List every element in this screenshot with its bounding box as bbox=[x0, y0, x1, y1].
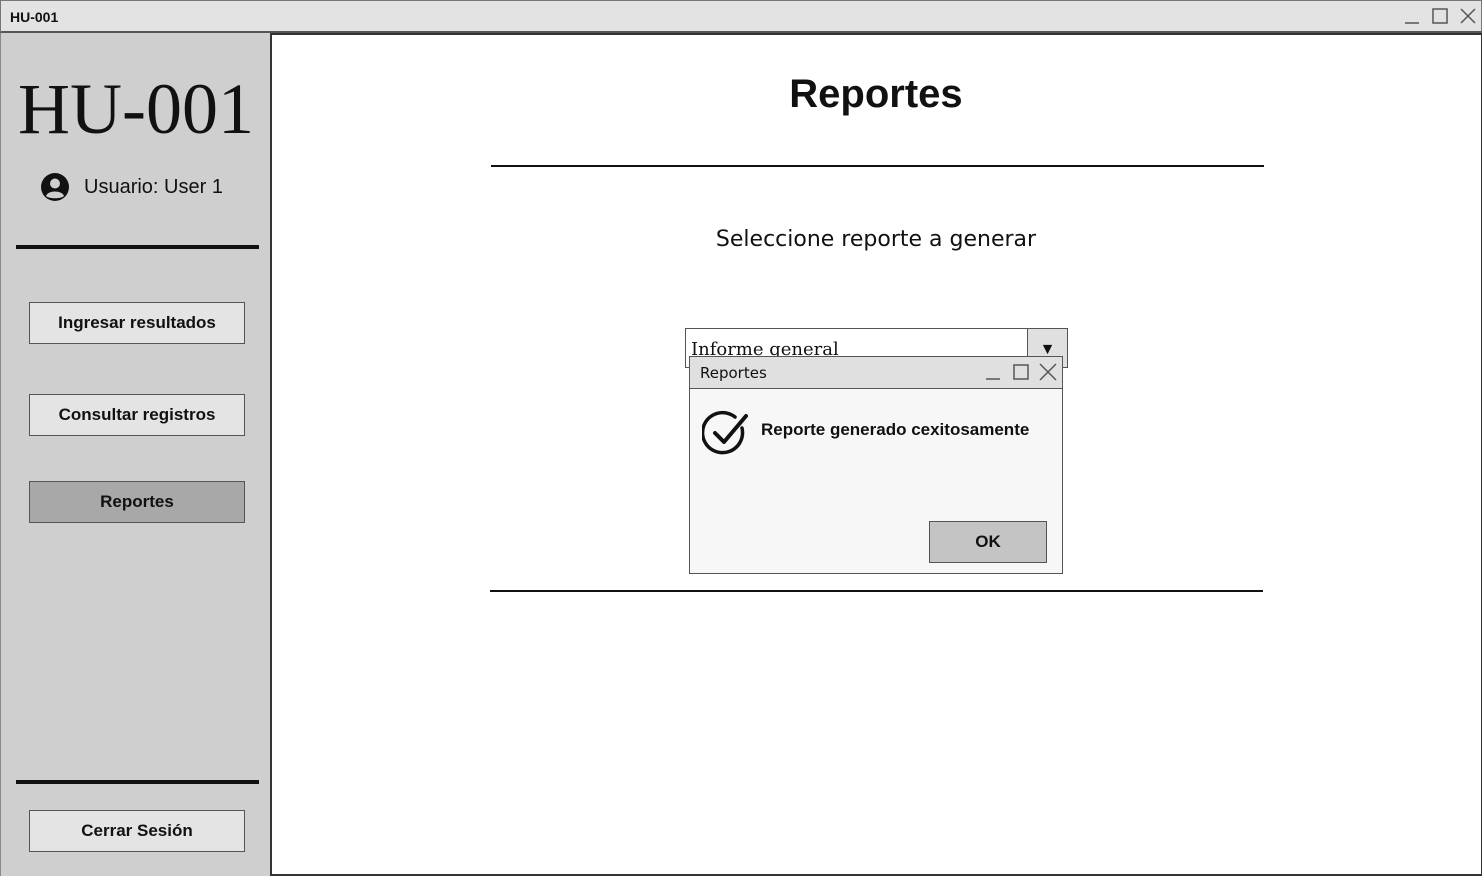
report-select-label: Seleccione reporte a generar bbox=[715, 227, 1037, 252]
dialog-minimize-icon[interactable] bbox=[983, 362, 1003, 382]
close-icon[interactable] bbox=[1458, 6, 1478, 26]
nav-reportes-button[interactable]: Reportes bbox=[29, 481, 245, 523]
sidebar bbox=[0, 33, 272, 876]
dialog-message: Reporte generado cexitosamente bbox=[761, 420, 1030, 439]
sidebar-divider bbox=[16, 245, 259, 249]
dialog-maximize-icon[interactable] bbox=[1011, 362, 1031, 382]
dialog-close-icon[interactable] bbox=[1038, 362, 1058, 382]
user-info: Usuario: User 1 bbox=[40, 172, 223, 202]
nav-consultar-registros-button[interactable]: Consultar registros bbox=[29, 394, 245, 436]
check-circle-icon bbox=[702, 410, 748, 455]
user-circle-icon bbox=[41, 173, 69, 201]
content-divider bbox=[490, 590, 1263, 592]
window-title: HU-001 bbox=[10, 9, 59, 25]
window-titlebar bbox=[0, 0, 1482, 33]
maximize-icon[interactable] bbox=[1430, 6, 1450, 26]
sidebar-divider bbox=[16, 780, 259, 784]
logout-button[interactable]: Cerrar Sesión bbox=[29, 810, 245, 852]
minimize-icon[interactable] bbox=[1402, 6, 1422, 26]
dialog-title: Reportes bbox=[700, 364, 767, 382]
page-title: Reportes bbox=[789, 72, 963, 116]
title-divider bbox=[491, 165, 1264, 167]
user-label: Usuario: User 1 bbox=[84, 175, 223, 198]
ok-button[interactable]: OK bbox=[929, 521, 1047, 563]
nav-ingresar-resultados-button[interactable]: Ingresar resultados bbox=[29, 302, 245, 344]
app-logo: HU-001 bbox=[18, 69, 254, 149]
